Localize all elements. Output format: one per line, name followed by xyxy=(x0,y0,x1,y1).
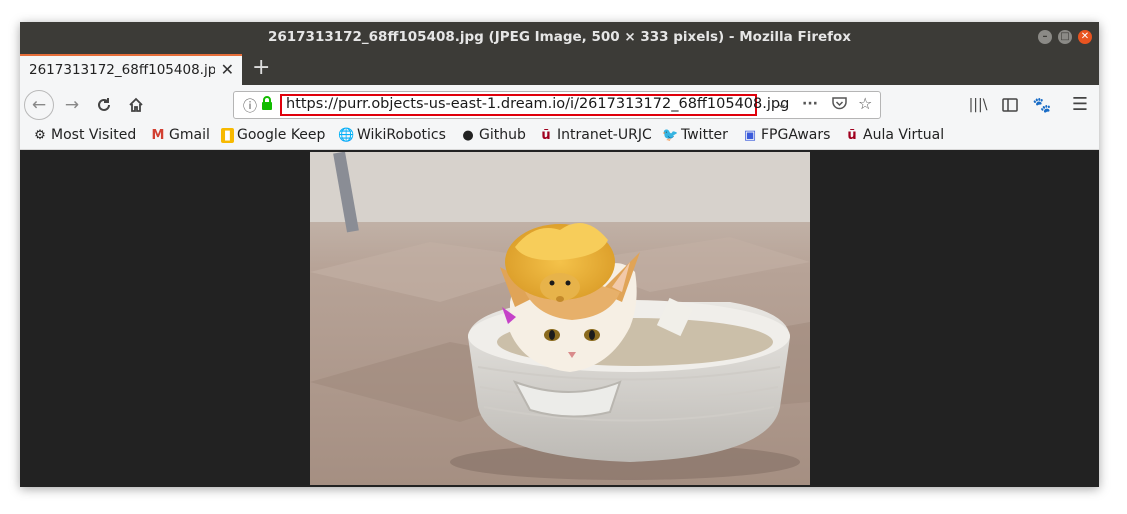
library-icon[interactable]: |||\ xyxy=(964,91,992,119)
tab-title: 2617313172_68ff105408.jpg xyxy=(29,62,215,78)
bookmark-fpgawars[interactable]: ▣ FPGAwars xyxy=(742,127,831,143)
tab-strip: 2617313172_68ff105408.jpg ✕ + xyxy=(20,52,1099,85)
lock-icon[interactable] xyxy=(261,96,273,115)
keep-icon: ▮ xyxy=(221,128,234,143)
bookmarks-toolbar: ⚙ Most Visited M Gmail ▮ Google Keep 🌐 WikiR… xyxy=(20,125,1099,150)
window-title: 2617313172_68ff105408.jpg (JPEG Image, 5… xyxy=(267,29,852,45)
maximize-button[interactable]: □ xyxy=(1058,30,1072,44)
browser-window: 2617313172_68ff105408.jpg (JPEG Image, 5… xyxy=(20,22,1099,487)
bookmark-google-keep[interactable]: ▮ Google Keep xyxy=(221,127,325,143)
github-icon: ● xyxy=(462,128,474,143)
url-bar[interactable]: ⓘ https://purr.objects-us-east-1.dream.i… xyxy=(233,91,881,119)
image-viewer xyxy=(20,150,1099,487)
home-button[interactable] xyxy=(122,91,150,119)
reload-icon xyxy=(98,98,110,111)
globe-icon: 🌐 xyxy=(338,128,355,143)
tab-active[interactable]: 2617313172_68ff105408.jpg ✕ xyxy=(20,54,242,85)
reload-button[interactable] xyxy=(90,91,118,119)
title-bar: 2617313172_68ff105408.jpg (JPEG Image, 5… xyxy=(20,22,1099,52)
url-text[interactable]: https://purr.objects-us-east-1.dream.io/… xyxy=(286,96,789,112)
bookmark-aula-virtual[interactable]: ũ Aula Virtual xyxy=(844,127,944,143)
bookmark-star-icon[interactable]: ☆ xyxy=(858,94,872,113)
pocket-icon[interactable] xyxy=(832,96,847,114)
navigation-toolbar: ← → ⓘ https://purr.objects-us-east-1.dre… xyxy=(20,85,1099,125)
tab-close-icon[interactable]: ✕ xyxy=(221,60,234,79)
bookmark-twitter[interactable]: 🐦 Twitter xyxy=(662,127,728,143)
info-icon[interactable]: ⓘ xyxy=(243,96,257,116)
back-button[interactable]: ← xyxy=(24,90,54,120)
urjc-icon: ũ xyxy=(847,128,857,143)
gmail-icon: M xyxy=(151,128,165,143)
fpgawars-icon: ▣ xyxy=(743,128,757,143)
extension-icon[interactable]: 🐾 xyxy=(1028,91,1056,119)
bookmark-wikirobotics[interactable]: 🌐 WikiRobotics xyxy=(338,127,446,143)
sidebar-icon[interactable] xyxy=(996,91,1024,119)
cat-in-bowl-image xyxy=(310,152,810,485)
menu-icon[interactable]: ☰ xyxy=(1066,91,1094,119)
minimize-button[interactable]: – xyxy=(1038,30,1052,44)
urjc-icon: ũ xyxy=(541,128,551,143)
gear-icon: ⚙ xyxy=(34,128,46,143)
home-icon xyxy=(129,97,143,112)
bookmark-most-visited[interactable]: ⚙ Most Visited xyxy=(32,127,136,143)
bookmark-gmail[interactable]: M Gmail xyxy=(150,127,210,143)
close-window-button[interactable]: ✕ xyxy=(1078,30,1092,44)
twitter-icon: 🐦 xyxy=(662,128,679,143)
new-tab-button[interactable]: + xyxy=(252,55,270,80)
bookmark-github[interactable]: ● Github xyxy=(460,127,526,143)
forward-button[interactable]: → xyxy=(58,91,86,119)
page-actions-icon[interactable]: ··· xyxy=(802,96,818,112)
bookmark-intranet-urjc[interactable]: ũ Intranet-URJC xyxy=(538,127,651,143)
chevron-down-icon[interactable]: ⌄ xyxy=(776,96,788,112)
